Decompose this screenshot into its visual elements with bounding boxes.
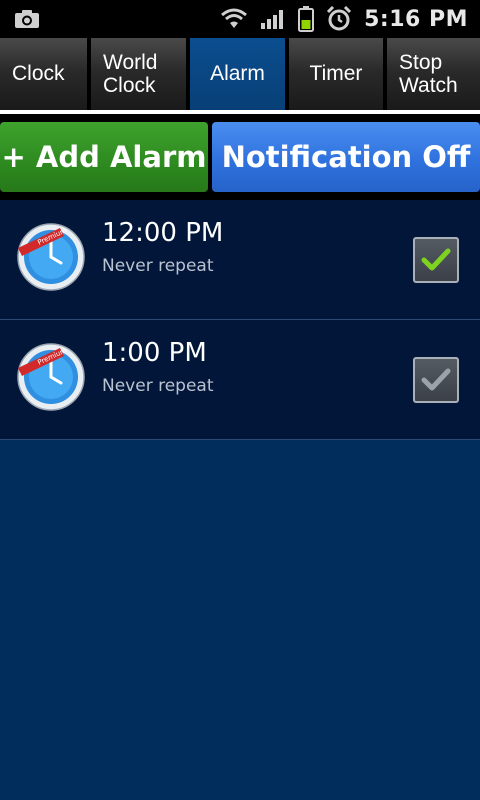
tab-world-clock[interactable]: World Clock (91, 38, 190, 110)
status-bar: 5:16 PM (0, 0, 480, 38)
tab-timer[interactable]: Timer (289, 38, 387, 110)
tab-world-clock-line2: Clock (103, 74, 156, 97)
tab-clock[interactable]: Clock (0, 38, 91, 110)
empty-list-area (0, 440, 480, 800)
alarm-list-item[interactable]: Premium 12:00 PM Never repeat (0, 200, 480, 320)
add-alarm-button[interactable]: + Add Alarm (0, 122, 208, 192)
signal-icon (260, 8, 286, 30)
tab-clock-label: Clock (12, 62, 65, 86)
alarm-icon (326, 6, 352, 32)
alarm-list-item[interactable]: Premium 1:00 PM Never repeat (0, 320, 480, 440)
tab-stop-watch-line2: Watch (399, 74, 458, 97)
check-icon (421, 248, 451, 271)
premium-clock-icon: Premium (16, 222, 86, 292)
notification-toggle-button[interactable]: Notification Off (212, 122, 480, 192)
alarm-time: 12:00 PM (102, 218, 224, 248)
wifi-icon (220, 8, 248, 30)
premium-clock-icon: Premium (16, 342, 86, 412)
check-icon (421, 368, 451, 391)
tab-alarm-label: Alarm (210, 62, 265, 86)
battery-icon (298, 6, 315, 32)
tab-bar: Clock World Clock Alarm Timer Stop Watch (0, 38, 480, 110)
alarm-enabled-checkbox[interactable] (413, 237, 459, 283)
tab-stop-watch-line1: Stop (399, 50, 443, 74)
status-time: 5:16 PM (364, 6, 468, 32)
tab-world-clock-line1: World (103, 50, 158, 74)
action-bar: + Add Alarm Notification Off (0, 114, 480, 200)
tab-alarm[interactable]: Alarm (190, 38, 289, 110)
alarm-enabled-checkbox[interactable] (413, 357, 459, 403)
tab-timer-label: Timer (309, 62, 363, 86)
tab-world-clock-label: World Clock (103, 51, 157, 97)
camera-icon (14, 9, 40, 29)
tab-stop-watch-label: Stop Watch (399, 51, 458, 97)
alarm-repeat: Never repeat (102, 256, 214, 276)
tab-stop-watch[interactable]: Stop Watch (387, 38, 480, 110)
alarm-time: 1:00 PM (102, 338, 207, 368)
alarm-repeat: Never repeat (102, 376, 214, 396)
